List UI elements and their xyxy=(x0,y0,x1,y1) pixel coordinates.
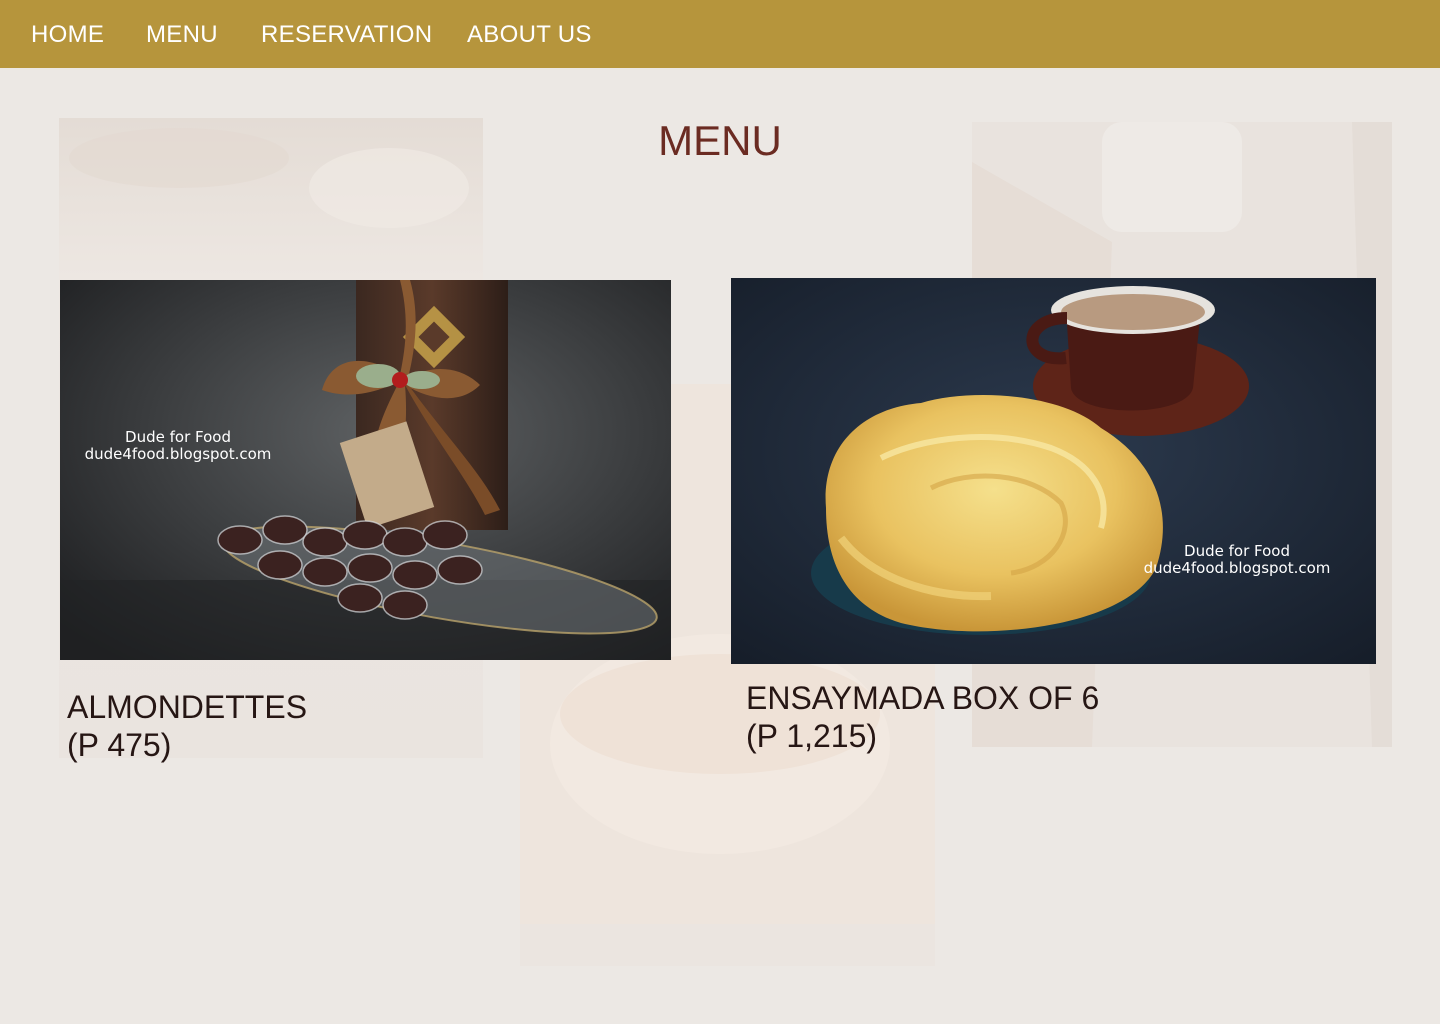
watermark-line-2: dude4food.blogspot.com xyxy=(85,445,272,463)
nav-home-link[interactable]: HOME xyxy=(31,20,104,50)
product-price: (P 1,215) xyxy=(746,718,878,754)
product-name: ALMONDETTES xyxy=(67,689,308,725)
watermark-line-1: Dude for Food xyxy=(125,428,231,446)
nav-menu-link[interactable]: MENU xyxy=(146,20,218,50)
product-image-ensaymada[interactable]: Dude for Food dude4food.blogspot.com xyxy=(731,278,1376,664)
product-price: (P 475) xyxy=(67,727,172,763)
watermark-line-1: Dude for Food xyxy=(1184,542,1290,560)
top-nav: HOME MENU RESERVATION ABOUT US xyxy=(0,0,1440,68)
page-title: MENU xyxy=(658,117,782,164)
product-image-almondettes[interactable]: Dude for Food dude4food.blogspot.com xyxy=(60,280,671,660)
nav-about-us-link[interactable]: ABOUT US xyxy=(467,20,592,50)
nav-reservation-link[interactable]: RESERVATION xyxy=(261,20,432,50)
product-name: ENSAYMADA BOX OF 6 xyxy=(746,680,1100,716)
watermark-line-2: dude4food.blogspot.com xyxy=(1144,559,1331,577)
